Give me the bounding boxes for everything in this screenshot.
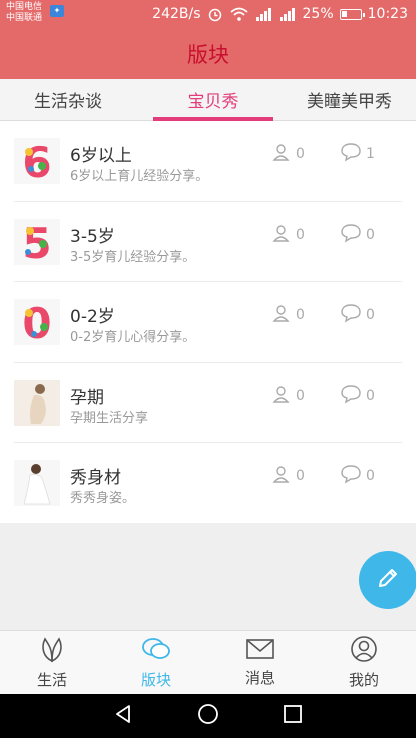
svg-text:0: 0 bbox=[22, 299, 51, 345]
nav-life[interactable]: 生活 bbox=[0, 631, 104, 694]
nav-boards-label: 版块 bbox=[140, 671, 171, 689]
nav-messages[interactable]: 消息 bbox=[208, 631, 312, 694]
network-speed: 242B/s bbox=[152, 6, 201, 22]
wifi-icon bbox=[229, 6, 249, 22]
mail-icon bbox=[245, 637, 275, 665]
forum-list: 6 6岁以上 6岁以上育儿经验分享。 0 1 5 3-5岁 3-5岁育儿经验分享… bbox=[0, 121, 416, 523]
nav-me-label: 我的 bbox=[348, 671, 379, 689]
forum-title: 6岁以上 bbox=[70, 146, 132, 166]
recents-icon[interactable] bbox=[282, 703, 304, 729]
pencil-icon bbox=[375, 565, 401, 595]
tab-baby-show[interactable]: 宝贝秀 bbox=[153, 79, 273, 121]
list-item[interactable]: 5 3-5岁 3-5岁育儿经验分享。 0 0 bbox=[14, 202, 402, 282]
list-item[interactable]: 6 6岁以上 6岁以上育儿经验分享。 0 1 bbox=[14, 121, 402, 202]
user-icon bbox=[350, 635, 378, 667]
comment-count: 1 bbox=[340, 142, 375, 166]
svg-text:5: 5 bbox=[22, 219, 51, 265]
system-nav-bar bbox=[0, 694, 416, 738]
member-count: 0 bbox=[272, 223, 305, 247]
title-bar: 版块 bbox=[0, 28, 416, 79]
forum-thumbnail: 0 bbox=[14, 299, 60, 345]
nav-me[interactable]: 我的 bbox=[312, 631, 416, 694]
page-title: 版块 bbox=[187, 42, 229, 67]
forum-thumbnail bbox=[14, 460, 60, 506]
comment-count: 0 bbox=[340, 223, 375, 247]
status-indicators: 242B/s 25% 10:23 bbox=[152, 0, 408, 28]
alarm-icon bbox=[207, 6, 223, 22]
compose-button[interactable] bbox=[359, 551, 416, 609]
forum-description: 3-5岁育儿经验分享。 bbox=[70, 249, 196, 265]
forum-description: 0-2岁育儿心得分享。 bbox=[70, 330, 196, 345]
comment-count: 0 bbox=[340, 464, 375, 488]
signal-icon bbox=[255, 7, 273, 21]
list-item[interactable]: 0 0-2岁 0-2岁育儿心得分享。 0 0 bbox=[14, 282, 402, 363]
forum-thumbnail: 6 bbox=[14, 138, 60, 184]
tab-life-chat[interactable]: 生活杂谈 bbox=[0, 79, 153, 120]
comment-icon bbox=[340, 142, 362, 166]
nav-life-label: 生活 bbox=[36, 671, 67, 689]
nav-messages-label: 消息 bbox=[244, 669, 275, 687]
forum-title: 0-2岁 bbox=[70, 307, 115, 327]
signal-icon-2 bbox=[279, 7, 297, 21]
member-count: 0 bbox=[272, 464, 305, 488]
member-count: 0 bbox=[272, 142, 305, 166]
list-item[interactable]: 孕期 孕期生活分享 0 0 bbox=[14, 363, 402, 443]
comment-count: 0 bbox=[340, 303, 375, 327]
member-count: 0 bbox=[272, 303, 305, 327]
forum-description: 6岁以上育儿经验分享。 bbox=[70, 169, 209, 184]
leaf-icon bbox=[37, 635, 67, 667]
user-icon bbox=[272, 384, 292, 408]
comment-icon bbox=[340, 303, 362, 327]
back-icon[interactable] bbox=[112, 703, 134, 729]
user-icon bbox=[272, 142, 292, 166]
tab-beauty-show[interactable]: 美瞳美甲秀 bbox=[273, 79, 416, 120]
comment-icon bbox=[340, 223, 362, 247]
carrier-1: 中国电信 bbox=[6, 2, 43, 12]
forum-title: 孕期 bbox=[70, 387, 104, 408]
forum-title: 3-5岁 bbox=[70, 226, 115, 247]
comment-icon bbox=[340, 464, 362, 488]
clock: 10:23 bbox=[367, 6, 408, 22]
forum-title: 秀身材 bbox=[70, 468, 121, 488]
user-icon bbox=[272, 464, 292, 488]
list-item[interactable]: 秀身材 秀秀身姿。 0 0 bbox=[14, 443, 402, 524]
battery-percent: 25% bbox=[302, 6, 334, 22]
battery-icon bbox=[339, 8, 365, 20]
svg-text:6: 6 bbox=[22, 138, 51, 184]
comment-icon bbox=[340, 384, 362, 408]
chat-bubbles-icon bbox=[140, 635, 172, 667]
user-icon bbox=[272, 303, 292, 327]
member-count: 0 bbox=[272, 384, 305, 408]
home-icon[interactable] bbox=[197, 703, 219, 729]
carrier-2: 中国联通 bbox=[6, 13, 43, 23]
tab-bar: 生活杂谈 宝贝秀 美瞳美甲秀 bbox=[0, 79, 416, 121]
forum-thumbnail bbox=[14, 379, 60, 426]
comment-count: 0 bbox=[340, 384, 375, 408]
bottom-nav: 生活 版块 消息 我的 bbox=[0, 630, 416, 694]
notification-icon: ✦ bbox=[50, 5, 64, 17]
nav-boards[interactable]: 版块 bbox=[104, 631, 208, 694]
forum-description: 秀秀身姿。 bbox=[70, 491, 136, 506]
status-bar: 中国电信 中国联通 ✦ 242B/s 25% 10:23 bbox=[0, 0, 416, 28]
user-icon bbox=[272, 223, 292, 247]
forum-thumbnail: 5 bbox=[14, 218, 60, 265]
carrier-info: 中国电信 中国联通 bbox=[6, 2, 42, 24]
forum-description: 孕期生活分享 bbox=[70, 410, 149, 426]
